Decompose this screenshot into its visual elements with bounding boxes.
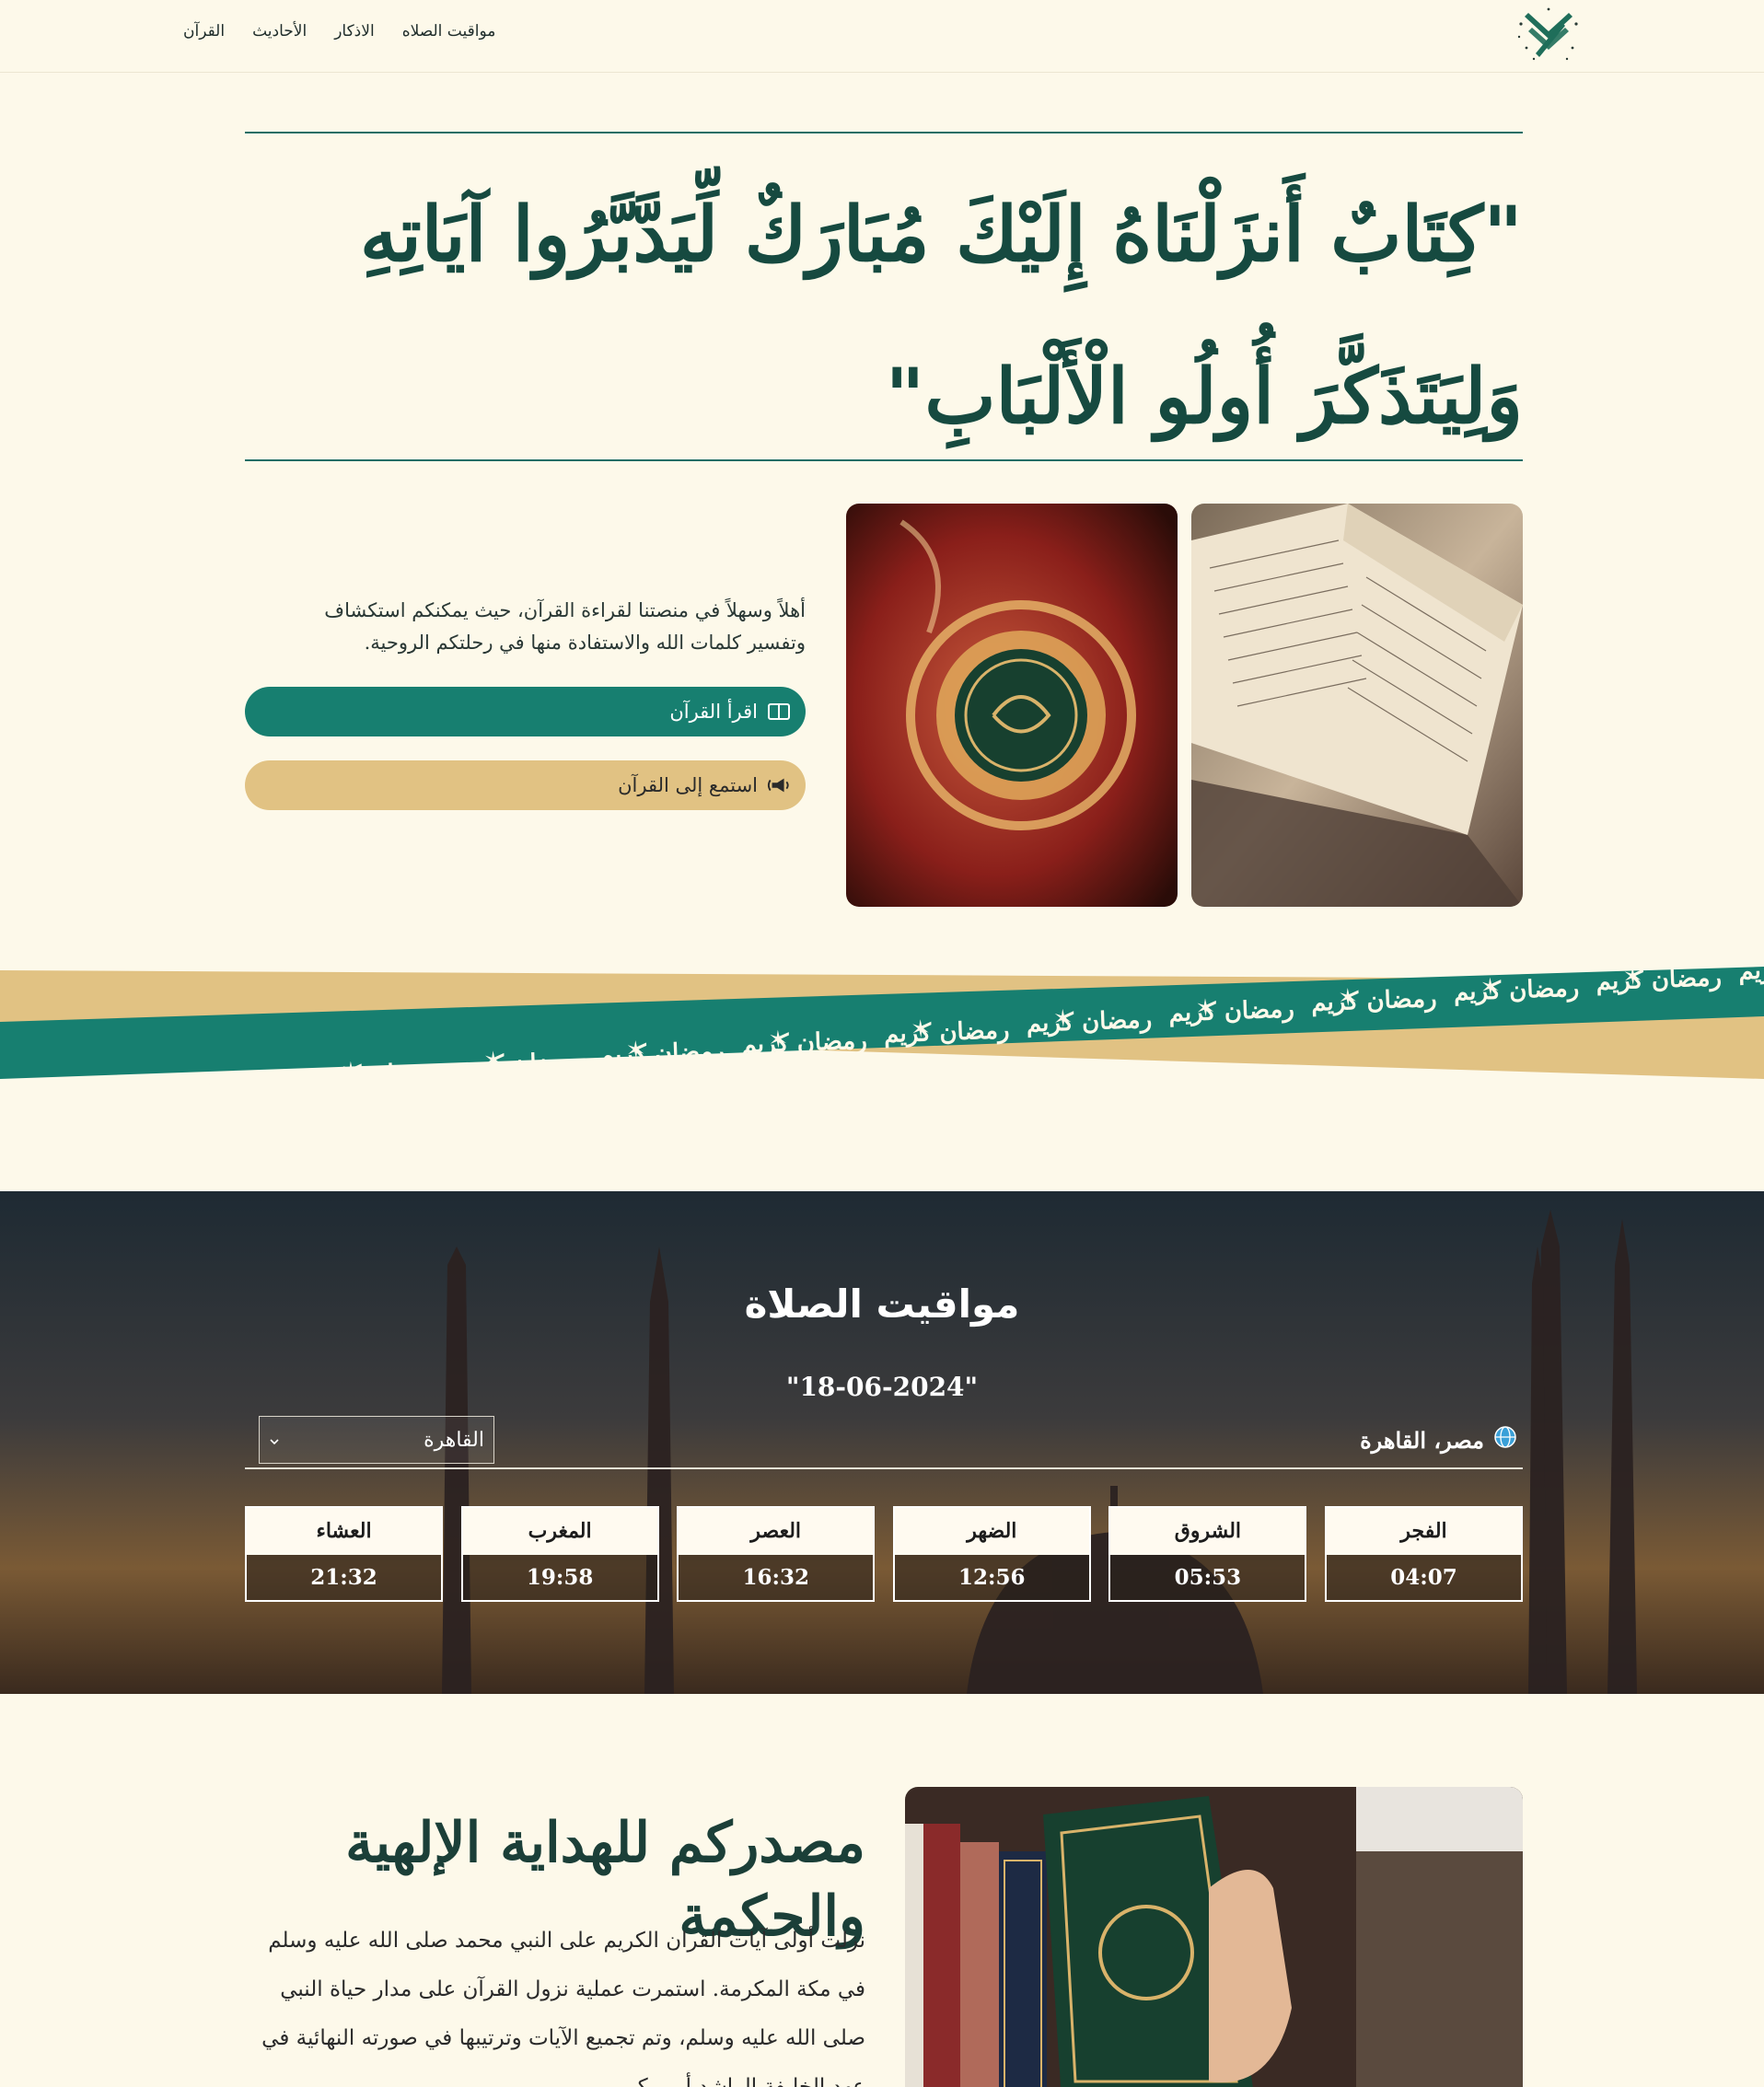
hero-verse: "كِتَابٌ أَنزَلْنَاهُ إِلَيْكَ مُبَارَكٌ… — [360, 191, 1523, 441]
prayer-name: الفجر — [1327, 1508, 1521, 1555]
prayer-times-row: الفجر 04:07 الشروق 05:53 الضهر 12:56 الع… — [245, 1506, 1523, 1602]
read-quran-button[interactable]: اقرأ القرآن — [245, 687, 806, 736]
city-select-value: القاهرة — [424, 1428, 484, 1452]
chevron-down-icon — [269, 1429, 280, 1452]
location-row: مصر، القاهرة القاهرة — [245, 1416, 1523, 1469]
hero-verse-section: "كِتَابٌ أَنزَلْنَاهُ إِلَيْكَ مُبَارَكٌ… — [245, 132, 1523, 461]
speaker-icon — [767, 773, 791, 797]
star-icon: ✶ — [1480, 974, 1501, 1003]
book-icon — [767, 700, 791, 724]
prayer-card-isha: العشاء 21:32 — [245, 1506, 444, 1602]
nav-links: مواقيت الصلاه الاذكار الأحاديث القرآن — [183, 22, 495, 41]
nav-link-prayer-times[interactable]: مواقيت الصلاه — [402, 22, 496, 41]
prayer-card-asr: العصر 16:32 — [677, 1506, 876, 1602]
star-icon: ✶ — [911, 1015, 932, 1044]
star-icon: ✶ — [625, 1037, 646, 1065]
read-quran-label: اقرأ القرآن — [669, 701, 758, 723]
star-icon: ✶ — [55, 1079, 76, 1105]
star-icon: ✶ — [1338, 984, 1359, 1013]
prayer-card-dhuhr: الضهر 12:56 — [892, 1506, 1091, 1602]
open-quran-photo — [1191, 504, 1523, 907]
star-icon: ✶ — [1195, 994, 1216, 1023]
prayer-card-maghrib: المغرب 19:58 — [460, 1506, 659, 1602]
nav-link-hadith[interactable]: الأحاديث — [252, 22, 307, 41]
top-navbar: مواقيت الصلاه الاذكار الأحاديث القرآن — [0, 0, 1764, 73]
banner-text: رمضان كريم — [598, 1038, 725, 1070]
prayer-name: الشروق — [1110, 1508, 1306, 1555]
prayer-name: العشاء — [247, 1508, 442, 1555]
intro-text: أهلاً وسهلاً في منصتنا لقراءة القرآن، حي… — [324, 599, 806, 654]
ramadan-banner: رمضان كريم رمضان كريم رمضان كريم رمضان ك… — [0, 957, 1764, 1105]
banner-text: رمضان كريم — [171, 1069, 297, 1101]
prayer-name: العصر — [679, 1508, 874, 1555]
prayer-title: مواقيت الصلاة — [744, 1281, 1020, 1327]
banner-text: رمضان كريم — [884, 1016, 1010, 1049]
location-text: مصر، القاهرة — [1360, 1426, 1484, 1454]
listen-quran-label: استمع إلى القرآن — [618, 774, 758, 796]
prayer-time: 05:53 — [1110, 1554, 1306, 1600]
banner-text: رمضان كريم — [314, 1059, 440, 1091]
banner-text: رمضان كريم — [1311, 985, 1437, 1017]
nav-link-quran[interactable]: القرآن — [183, 22, 225, 41]
globe-icon — [1493, 1425, 1517, 1455]
star-icon: ✶ — [768, 1026, 789, 1055]
star-icon: ✶ — [198, 1068, 219, 1096]
prayer-times-section: مواقيت الصلاة "18-06-2024" مصر، القاهرة … — [0, 1191, 1764, 1694]
location-label: مصر، القاهرة — [1360, 1425, 1517, 1455]
prayer-date: "18-06-2024" — [785, 1372, 979, 1402]
listen-quran-button[interactable]: استمع إلى القرآن — [245, 760, 806, 810]
nav-link-adhkar[interactable]: الاذكار — [334, 22, 374, 41]
star-icon: ✶ — [1622, 963, 1643, 991]
prayer-card-sunrise: الشروق 05:53 — [1108, 1506, 1307, 1602]
banner-text: رمضان كريم — [1738, 957, 1764, 985]
banner-text: رمضان كريم — [1026, 1006, 1152, 1038]
quran-shelf-photo — [905, 1787, 1523, 2087]
prayer-name: الضهر — [894, 1508, 1089, 1555]
prayer-name: المغرب — [462, 1508, 657, 1555]
guidance-text: نزلت أولى آيات القران الكريم على النبي م… — [261, 1929, 865, 2087]
star-icon: ✶ — [341, 1058, 362, 1086]
prayer-time: 21:32 — [247, 1554, 442, 1600]
city-select[interactable]: القاهرة — [259, 1416, 494, 1464]
logo-icon[interactable] — [1515, 4, 1582, 64]
prayer-time: 19:58 — [462, 1554, 657, 1600]
prayer-card-fajr: الفجر 04:07 — [1325, 1506, 1523, 1602]
banner-text: رمضان كريم — [741, 1027, 867, 1060]
banner-text: رمضان كريم — [457, 1048, 583, 1080]
prayer-time: 12:56 — [894, 1554, 1089, 1600]
star-icon: ✶ — [1052, 1005, 1073, 1034]
banner-text: رمضان كريم — [1453, 975, 1579, 1007]
prayer-time: 16:32 — [679, 1554, 874, 1600]
banner-text: رمضان كريم — [1596, 964, 1722, 996]
quran-cover-photo — [846, 504, 1178, 907]
star-icon: ✶ — [482, 1047, 504, 1075]
prayer-time: 04:07 — [1327, 1554, 1521, 1600]
banner-text: رمضان كريم — [1168, 995, 1294, 1027]
